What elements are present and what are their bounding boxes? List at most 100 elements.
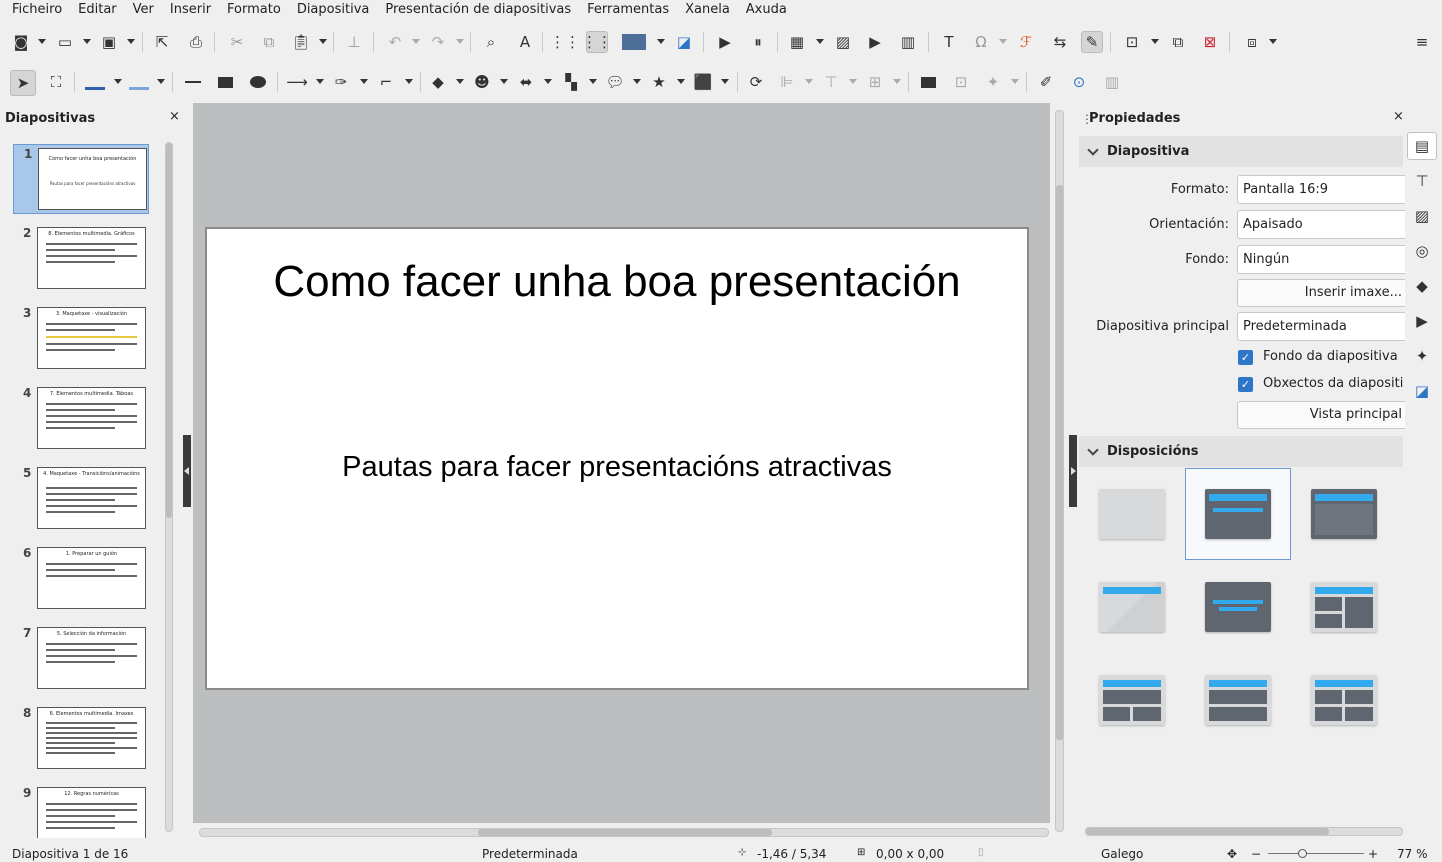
language-status[interactable]: Galego <box>1101 847 1143 861</box>
sidebar-menu-icon[interactable]: ≡ <box>1411 31 1433 53</box>
new-slide-dropdown-icon[interactable] <box>1151 39 1159 44</box>
delete-slide-icon[interactable]: ⊠ <box>1199 31 1221 53</box>
lines-arrows-dropdown-icon[interactable] <box>316 79 324 84</box>
block-arrows-dropdown-icon[interactable] <box>544 79 552 84</box>
shadow-icon[interactable] <box>917 71 939 93</box>
paste-icon[interactable]: 📋︎ <box>290 31 312 53</box>
menu-ficheiro[interactable]: Ficheiro <box>4 1 70 19</box>
slide-title-text[interactable]: Como facer unha boa presentación <box>207 257 1027 307</box>
navigator-deck-icon[interactable]: ◎ <box>1407 237 1437 265</box>
callout-shapes-dropdown-icon[interactable] <box>633 79 641 84</box>
slide-thumbnail-1[interactable]: 1 Como facer unha boa presentación Pauta… <box>13 144 149 214</box>
line-color-dropdown-icon[interactable] <box>114 79 122 84</box>
section-layouts-header[interactable]: Disposicións <box>1079 436 1403 467</box>
comment-icon[interactable]: ◪ <box>673 31 695 53</box>
flowchart-dropdown-icon[interactable] <box>589 79 597 84</box>
align-objects-icon[interactable]: ⊫ <box>776 71 798 93</box>
distribute-dropdown-icon[interactable] <box>893 79 901 84</box>
new-slide-icon[interactable]: ⊡ <box>1121 31 1143 53</box>
open-dropdown-icon[interactable] <box>83 39 91 44</box>
close-icon[interactable]: × <box>169 109 180 124</box>
orientation-select[interactable]: Apaisado <box>1237 210 1405 239</box>
zoom-level-status[interactable]: 77 % <box>1397 847 1428 861</box>
layout-title-content-over-content[interactable] <box>1205 675 1271 727</box>
redo-dropdown-icon[interactable] <box>456 39 464 44</box>
layout-title-4content[interactable] <box>1311 675 1377 727</box>
slide-thumbnail-2[interactable]: 2 8. Elementos multimedia. Gráficos <box>13 224 149 294</box>
slide-thumbnail-4[interactable]: 4 7. Elementos multimedia. Táboas <box>13 384 149 454</box>
slide-thumbnail-7[interactable]: 7 5. Selección da información <box>13 624 149 694</box>
curves-polygons-dropdown-icon[interactable] <box>360 79 368 84</box>
save-dropdown-icon[interactable] <box>127 39 135 44</box>
special-character-icon[interactable]: Ω <box>970 31 992 53</box>
callout-shapes-icon[interactable]: 💬︎ <box>604 71 626 93</box>
slide-layout-dropdown-icon[interactable] <box>1269 39 1277 44</box>
layout-title-content-2content[interactable] <box>1099 675 1165 727</box>
lines-arrows-icon[interactable]: ⟶ <box>286 71 308 93</box>
layout-centered-text[interactable] <box>1205 582 1271 634</box>
transitions-icon[interactable]: ⇆ <box>1049 31 1071 53</box>
slide-thumbnail-3[interactable]: 3 3. Maquetaxe - visualización <box>13 304 149 374</box>
menu-ferramentas[interactable]: Ferramentas <box>579 1 677 19</box>
stars-dropdown-icon[interactable] <box>677 79 685 84</box>
current-slide[interactable]: Como facer unha boa presentación Pautas … <box>205 227 1029 690</box>
textbox-icon[interactable]: T <box>938 31 960 53</box>
filter-dropdown-icon[interactable] <box>1011 79 1019 84</box>
undo-dropdown-icon[interactable] <box>412 39 420 44</box>
layout-title-slide[interactable] <box>1205 489 1271 541</box>
zoom-pan-icon[interactable]: ⛶ <box>45 71 67 93</box>
slide-pane-scrollbar-thumb[interactable] <box>166 143 172 518</box>
save-icon[interactable]: ▣ <box>98 31 120 53</box>
3d-objects-icon[interactable]: ⬛ <box>692 71 714 93</box>
line-icon[interactable] <box>182 71 204 93</box>
slide-subtitle-text[interactable]: Pautas para facer presentacións atractiv… <box>207 451 1027 484</box>
master-background-checkbox[interactable]: ✓ <box>1238 350 1253 365</box>
crop-icon[interactable]: ⊡ <box>950 71 972 93</box>
table-dropdown-icon[interactable] <box>816 39 824 44</box>
fontwork-icon[interactable]: ℱ <box>1015 31 1037 53</box>
block-arrows-icon[interactable]: ⬌ <box>515 71 537 93</box>
ellipse-icon[interactable] <box>247 71 269 93</box>
display-grid-icon[interactable]: ⋮⋮ <box>550 31 580 53</box>
master-slides-deck-icon[interactable]: ⊤ <box>1407 167 1437 195</box>
start-first-slide-icon[interactable]: ▶ <box>714 31 736 53</box>
glue-points-icon[interactable]: ⊙ <box>1068 71 1090 93</box>
align-objects-dropdown-icon[interactable] <box>805 79 813 84</box>
section-slide-header[interactable]: Diapositiva <box>1079 136 1403 167</box>
redo-icon[interactable]: ↷ <box>427 31 449 53</box>
layout-title-content[interactable] <box>1311 489 1377 541</box>
zoom-slider-track[interactable] <box>1268 853 1364 854</box>
layout-title-only[interactable] <box>1099 582 1165 634</box>
master-slide-select[interactable]: Predeterminada <box>1237 312 1405 341</box>
undo-icon[interactable]: ↶ <box>384 31 406 53</box>
gallery-deck-icon[interactable]: ▨ <box>1407 202 1437 230</box>
image-icon[interactable]: ▨ <box>832 31 854 53</box>
special-character-dropdown-icon[interactable] <box>999 39 1007 44</box>
collapse-sidebar-handle[interactable] <box>1069 435 1077 507</box>
slide-thumbnail-8[interactable]: 8 6. Elementos multimedia. Imaxes <box>13 704 149 774</box>
symbol-shapes-icon[interactable]: ☻ <box>471 71 493 93</box>
clone-formatting-icon[interactable]: ⊥ <box>343 31 365 53</box>
cut-icon[interactable]: ✂ <box>226 31 248 53</box>
properties-deck-icon[interactable]: ▤ <box>1407 132 1437 160</box>
menu-ver[interactable]: Ver <box>125 1 162 19</box>
document-modified-icon[interactable]: ▯ <box>978 847 984 858</box>
background-select[interactable]: Ningún <box>1237 245 1405 274</box>
media-icon[interactable]: ▶ <box>864 31 886 53</box>
animation-deck-icon[interactable]: ✦ <box>1407 342 1437 370</box>
slide-thumbnail-9[interactable]: 9 12. Regras numéricas <box>13 784 149 838</box>
zoom-slider-handle[interactable] <box>1298 849 1307 858</box>
find-replace-icon[interactable]: ⌕ <box>480 31 502 53</box>
duplicate-slide-icon[interactable]: ⧉ <box>1167 31 1189 53</box>
styles-deck-icon[interactable]: ◪ <box>1407 377 1437 405</box>
distribute-icon[interactable]: ⊞ <box>864 71 886 93</box>
fill-color-icon[interactable] <box>128 71 150 93</box>
helplines-icon[interactable]: ⋮⋮ <box>582 31 612 53</box>
slide-thumbnail-5[interactable]: 5 4. Maquetaxe - Transicións/animacións <box>13 464 149 534</box>
slide-thumbnail-6[interactable]: 6 1. Preparar un guión <box>13 544 149 614</box>
shapes-deck-icon[interactable]: ◆ <box>1407 272 1437 300</box>
arrange-icon[interactable]: ⊤ <box>820 71 842 93</box>
flowchart-icon[interactable]: ▚ <box>560 71 582 93</box>
toggle-point-edit-icon[interactable]: ✐ <box>1035 71 1057 93</box>
sidebar-horizontal-scrollbar-thumb[interactable] <box>1086 828 1329 835</box>
